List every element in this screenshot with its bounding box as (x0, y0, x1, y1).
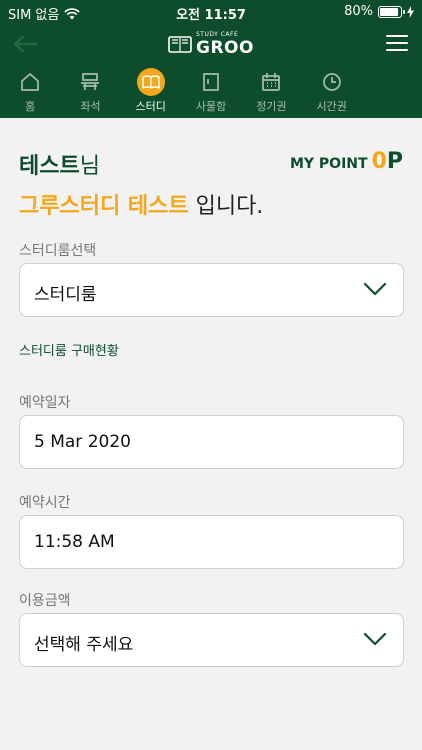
room-select-label: 스터디룸선택 (19, 243, 97, 259)
tab-locker[interactable]: 사물함 (181, 64, 241, 118)
seat-icon (81, 73, 100, 90)
price-label: 이용금액 (19, 593, 71, 609)
tab-seat-label: 좌석 (80, 100, 101, 113)
calendar-icon (262, 73, 281, 91)
time-label: 예약시간 (19, 495, 71, 511)
study-group-name: 그루스터디 테스트 (19, 194, 189, 219)
tab-season-pass[interactable]: 정기권 (241, 64, 301, 118)
date-value: 5 Mar 2020 (34, 432, 131, 452)
hamburger-menu-icon[interactable] (386, 35, 408, 53)
my-point-label: MY POINT (289, 156, 368, 172)
home-icon (21, 73, 39, 91)
tab-home[interactable]: 홈 (0, 64, 60, 118)
room-purchase-status-link[interactable]: 스터디룸 구매현황 (19, 340, 119, 359)
locker-icon (203, 73, 219, 91)
user-name-suffix: 님 (79, 154, 100, 179)
tab-study[interactable]: 스터디 (121, 64, 181, 118)
my-point: MY POINT 0P (290, 149, 403, 174)
time-field[interactable]: 11:58 AM (19, 515, 404, 569)
battery-percent: 80% (344, 4, 373, 19)
chevron-down-icon (363, 632, 387, 646)
study-reservation-page: 테스트님 MY POINT 0P 그루스터디 테스트 입니다. 스터디룸선택 스… (0, 118, 422, 750)
back-arrow-icon[interactable] (12, 34, 38, 54)
tab-locker-label: 사물함 (195, 100, 227, 113)
user-greeting: 테스트님 (19, 148, 100, 180)
price-select[interactable]: 선택해 주세요 (19, 613, 404, 667)
tab-home-label: 홈 (25, 100, 36, 113)
book-icon (141, 75, 160, 89)
logo-tagline: STUDY CAFE (196, 31, 239, 38)
tab-season-pass-label: 정기권 (256, 100, 287, 113)
tab-seat[interactable]: 좌석 (60, 64, 120, 118)
my-point-unit: P (386, 149, 403, 174)
date-field[interactable]: 5 Mar 2020 (19, 415, 404, 469)
date-label: 예약일자 (19, 395, 71, 411)
battery-icon (378, 5, 405, 18)
tab-time-pass[interactable]: 시간권 (301, 64, 361, 118)
tab-bar: 홈 좌석 스터디 사물함 정기권 시간권 (0, 64, 422, 118)
charging-icon (407, 5, 414, 18)
room-select[interactable]: 스터디룸 (19, 263, 404, 317)
price-select-value: 선택해 주세요 (34, 635, 134, 655)
chevron-down-icon (363, 282, 387, 296)
logo-name: GROO (196, 38, 254, 58)
clock-icon (322, 73, 341, 91)
room-select-value: 스터디룸 (34, 285, 97, 305)
status-bar: SIM 없음 오전 11:57 80% (0, 0, 422, 26)
app-header: SIM 없음 오전 11:57 80% STUDY CAFE GROO 홈 좌석… (0, 0, 422, 118)
groo-logo: STUDY CAFE GROO (168, 31, 258, 58)
user-name: 테스트 (19, 154, 80, 179)
study-group-greeting: 그루스터디 테스트 입니다. (19, 188, 263, 220)
study-group-suffix: 입니다. (188, 194, 264, 219)
my-point-value: 0 (371, 149, 387, 174)
tab-time-pass-label: 시간권 (316, 100, 347, 113)
time-value: 11:58 AM (34, 532, 115, 552)
book-logo-icon (168, 36, 192, 53)
tab-study-label: 스터디 (135, 100, 166, 113)
